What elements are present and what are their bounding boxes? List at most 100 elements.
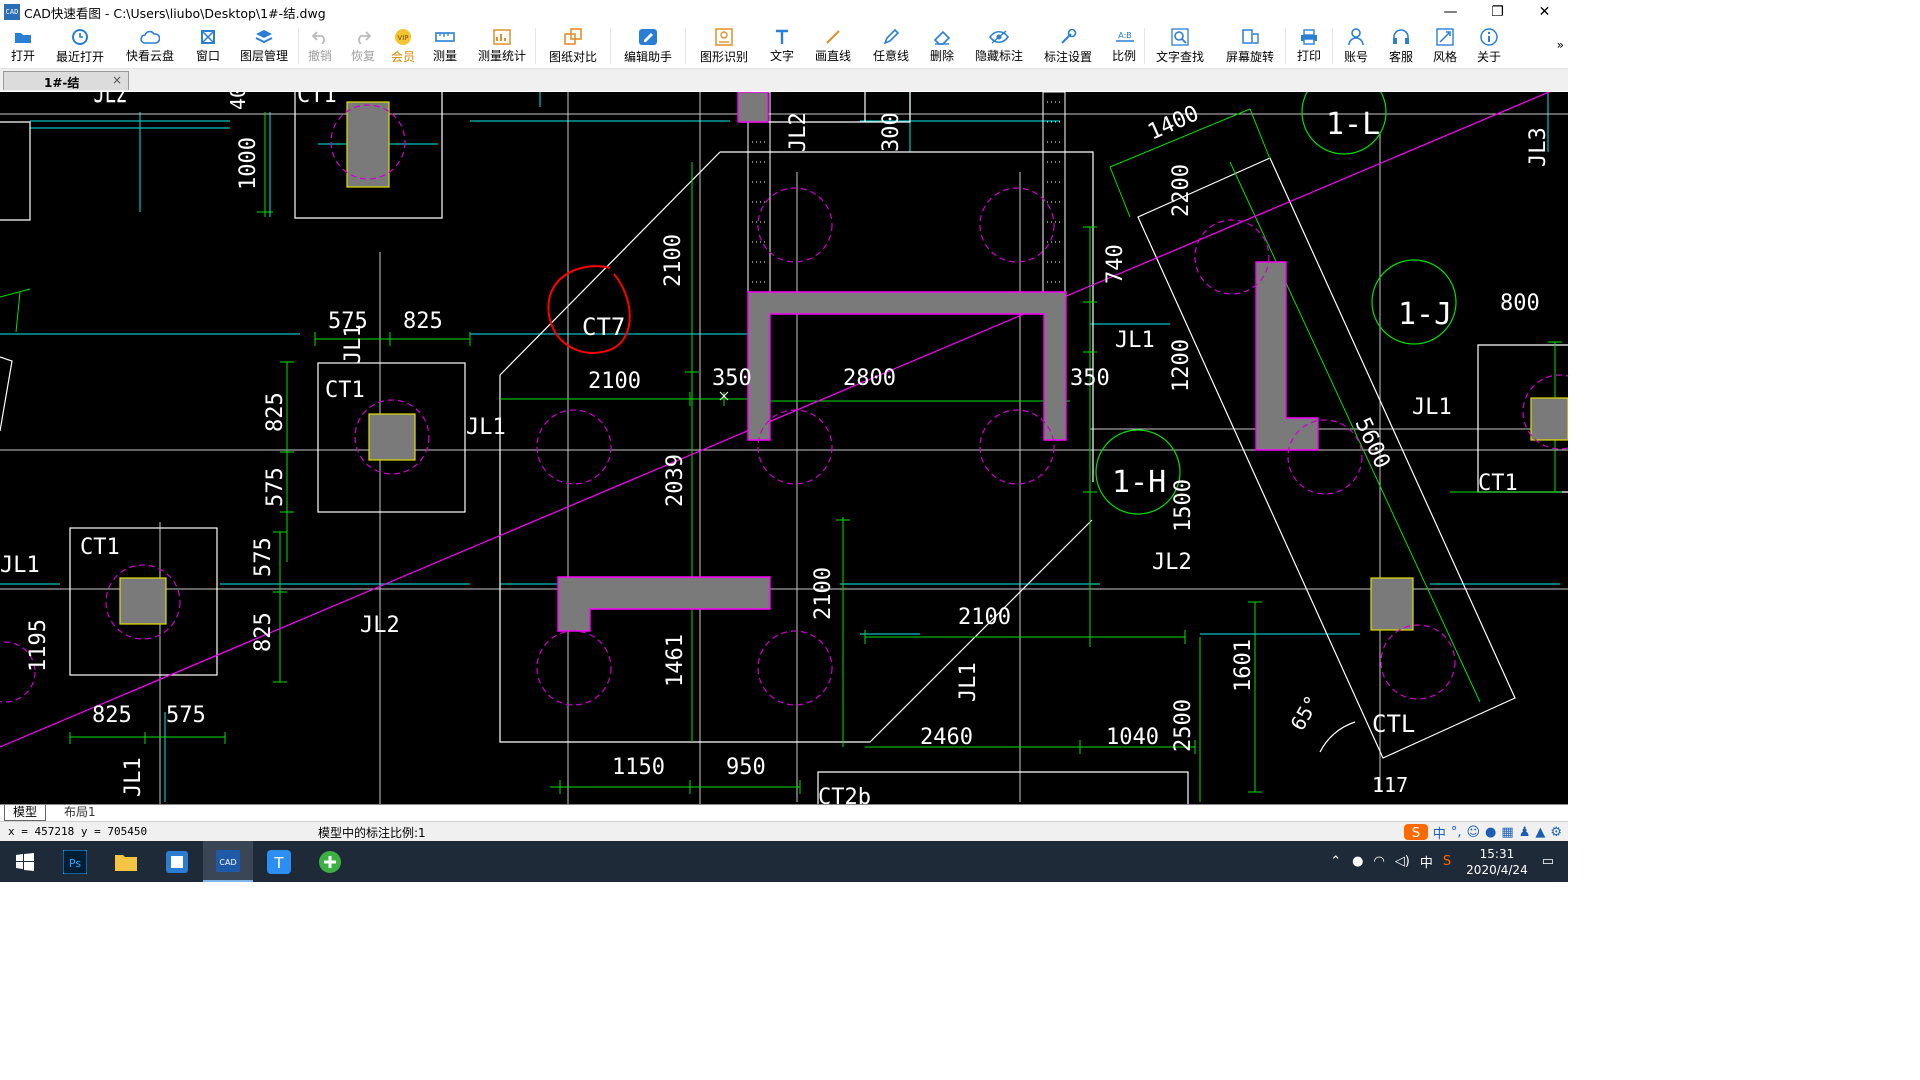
wifi-icon[interactable]: ◠ xyxy=(1373,854,1384,869)
taskbar-photoshop[interactable]: Ps xyxy=(50,841,100,882)
ime-skin-icon[interactable]: ▲ xyxy=(1535,825,1545,840)
photoshop-icon: Ps xyxy=(63,849,87,874)
text-t-icon xyxy=(772,28,792,45)
taskbar-text-app[interactable]: T xyxy=(254,841,304,882)
label-575-v: 575 xyxy=(263,467,288,507)
ime-punctuation-icon[interactable]: °, xyxy=(1451,825,1462,840)
open-button[interactable]: 打开 xyxy=(0,24,46,64)
text-search-button[interactable]: 文字查找 xyxy=(1145,24,1215,64)
tab-layout1[interactable]: 布局1 xyxy=(56,805,104,820)
text-button[interactable]: 文字 xyxy=(762,24,802,64)
tab-model[interactable]: 模型 xyxy=(4,805,47,821)
hide-annotation-button[interactable]: 隐藏标注 xyxy=(966,24,1032,64)
label-740: 740 xyxy=(1103,244,1128,284)
layer-manager-button[interactable]: 图层管理 xyxy=(230,24,298,64)
label-40: 40 xyxy=(226,92,250,110)
label-2200: 2200 xyxy=(1169,164,1194,217)
bubble-label-1l: 1-L xyxy=(1326,107,1380,142)
ime-settings-icon[interactable]: ⚙ xyxy=(1550,825,1562,840)
svg-text:CAD: CAD xyxy=(219,858,236,867)
search-icon xyxy=(1170,28,1190,46)
label-jl2-top: JL2 xyxy=(94,92,128,109)
tray-expand-icon[interactable]: ⌃ xyxy=(1330,854,1341,869)
tray-language[interactable]: 中 xyxy=(1420,852,1433,871)
close-tab-icon[interactable]: × xyxy=(112,73,122,87)
customer-service-button[interactable]: 客服 xyxy=(1379,24,1423,64)
delete-button[interactable]: 删除 xyxy=(918,24,966,64)
label-ct1-left: CT1 xyxy=(80,535,120,560)
ime-language[interactable]: 中 xyxy=(1433,823,1446,842)
shape-recognition-icon xyxy=(714,28,734,46)
compare-drawings-button[interactable]: 图纸对比 xyxy=(536,24,610,64)
measure-stats-button[interactable]: 测量统计 xyxy=(469,24,535,64)
rotate-screen-button[interactable]: 屏幕旋转 xyxy=(1215,24,1285,64)
label-ct1-mid: CT1 xyxy=(325,378,365,403)
pen-icon xyxy=(881,28,901,45)
label-2100-v2: 2100 xyxy=(811,567,836,620)
cloud-drive-button[interactable]: 快看云盘 xyxy=(114,24,186,64)
measure-button[interactable]: 测量 xyxy=(421,24,469,64)
label-575-bottom: 575 xyxy=(166,703,206,728)
drawing-canvas[interactable]: JL2 40 1000 CT1 JL2 300 1400 2200 1-L JL… xyxy=(0,92,1568,804)
axis-lines xyxy=(0,92,1560,802)
tray-app-icon[interactable]: ● xyxy=(1352,854,1363,869)
system-clock[interactable]: 15:31 2020/4/24 xyxy=(1466,846,1528,878)
headset-icon xyxy=(1391,28,1411,46)
undo-button[interactable]: 撤销 xyxy=(299,24,341,64)
compare-icon xyxy=(563,28,583,46)
label-1150: 1150 xyxy=(612,755,665,780)
annotation-scale-text: 模型中的标注比例:1 xyxy=(318,826,426,840)
ratio-icon: A:B xyxy=(1114,28,1134,45)
cursor-coordinates: x = 457218 y = 705450 xyxy=(8,825,148,838)
ime-voice-icon[interactable]: ● xyxy=(1485,825,1496,840)
ime-emoji-icon[interactable]: ☺ xyxy=(1466,825,1480,840)
sogou-ime-icon[interactable]: S xyxy=(1403,823,1428,841)
shape-recognition-button[interactable]: 图形识别 xyxy=(686,24,762,64)
toolbar-more-button[interactable]: » xyxy=(1557,38,1564,52)
print-button[interactable]: 打印 xyxy=(1286,24,1332,64)
sogou-tray-icon[interactable]: S xyxy=(1443,854,1451,869)
grid-lines xyxy=(0,92,1568,804)
maximize-button[interactable]: ❐ xyxy=(1474,0,1521,24)
redo-button[interactable]: 恢复 xyxy=(341,24,385,64)
title-bar: CAD CAD快速看图 - C:\Users\liubo\Desktop\1#-… xyxy=(0,0,1568,24)
taskbar-cad-viewer[interactable]: CAD xyxy=(203,841,253,882)
document-tab-label: 1#-结 xyxy=(44,76,80,90)
edit-helper-button[interactable]: 编辑助手 xyxy=(611,24,685,64)
label-2100-v: 2100 xyxy=(661,234,686,287)
about-button[interactable]: 关于 xyxy=(1467,24,1511,64)
recent-files-button[interactable]: 最近打开 xyxy=(46,24,114,64)
document-tab[interactable]: 1#-结 × xyxy=(3,71,129,90)
user-icon xyxy=(1346,28,1366,46)
window-button[interactable]: 窗口 xyxy=(186,24,230,64)
ime-user-icon[interactable]: ♟ xyxy=(1519,825,1531,840)
annotation-settings-button[interactable]: 标注设置 xyxy=(1032,24,1104,64)
taskbar-browser[interactable] xyxy=(305,841,355,882)
label-ct2b: CT2b xyxy=(818,785,871,804)
label-2039: 2039 xyxy=(663,454,688,507)
close-window-button[interactable]: ✕ xyxy=(1521,0,1568,24)
app-icon: CAD xyxy=(4,4,20,20)
document-app-icon xyxy=(166,850,188,873)
document-tab-bar: 1#-结 × xyxy=(0,69,1568,91)
label-jl1-bottom: JL1 xyxy=(121,757,146,797)
draw-line-button[interactable]: 画直线 xyxy=(802,24,864,64)
minimize-button[interactable]: — xyxy=(1427,0,1474,24)
taskbar-app-3[interactable] xyxy=(152,841,202,882)
label-jl3: JL3 xyxy=(1526,127,1551,167)
style-button[interactable]: 风格 xyxy=(1423,24,1467,64)
taskbar-file-explorer[interactable] xyxy=(101,841,151,882)
vip-button[interactable]: VIP 会员 xyxy=(385,24,421,64)
windows-taskbar: Ps CAD T ⌃ ● ◠ ◁) 中 S 15:31 2020/4/24 ▭ xyxy=(0,841,1568,882)
freehand-line-button[interactable]: 任意线 xyxy=(864,24,918,64)
volume-icon[interactable]: ◁) xyxy=(1395,854,1410,869)
label-ct1-top: CT1 xyxy=(297,92,337,108)
account-button[interactable]: 账号 xyxy=(1333,24,1379,64)
scale-ratio-button[interactable]: A:B 比例 xyxy=(1104,24,1144,64)
printer-icon xyxy=(1299,28,1319,45)
ime-keyboard-icon[interactable]: ▦ xyxy=(1501,825,1513,840)
notification-icon[interactable]: ▭ xyxy=(1542,854,1554,869)
label-575-v2: 575 xyxy=(251,537,276,577)
start-button[interactable] xyxy=(0,841,50,882)
label-825-v: 825 xyxy=(263,392,288,432)
